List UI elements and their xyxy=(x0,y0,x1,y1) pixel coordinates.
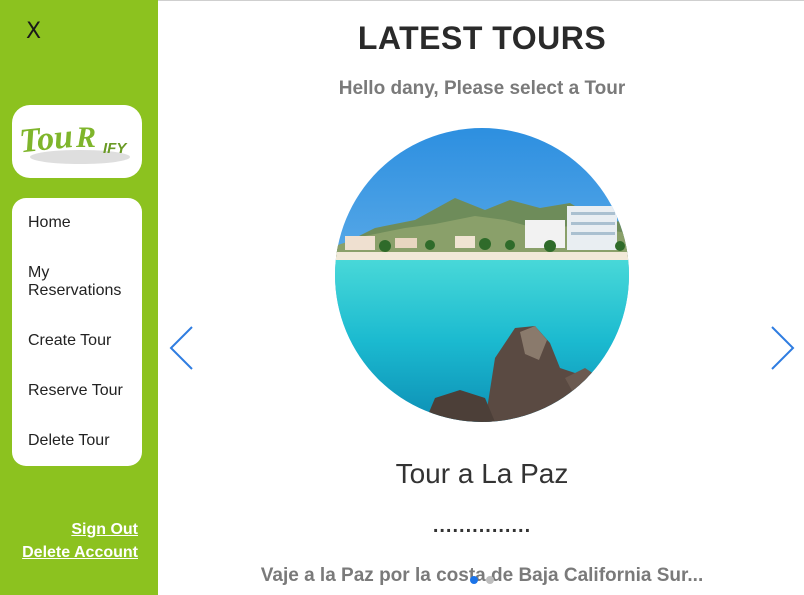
tour-image[interactable] xyxy=(335,128,629,422)
delete-account-link[interactable]: Delete Account xyxy=(22,544,138,562)
sign-out-link[interactable]: Sign Out xyxy=(71,521,138,539)
svg-text:IFY: IFY xyxy=(103,140,128,157)
menu-item-my-reservations[interactable]: My Reservations xyxy=(28,264,138,300)
tourify-logo-icon: Tou R IFY xyxy=(18,118,130,164)
greeting-text: Hello dany, Please select a Tour xyxy=(338,78,626,99)
carousel-indicator-1[interactable] xyxy=(470,576,478,584)
menu-item-delete-tour[interactable]: Delete Tour xyxy=(28,432,138,450)
close-menu-button[interactable]: X xyxy=(26,20,41,44)
menu-item-create-tour[interactable]: Create Tour xyxy=(28,332,138,350)
menu-item-home[interactable]: Home xyxy=(28,214,138,232)
logo: Tou R IFY xyxy=(12,105,142,178)
svg-text:Tou: Tou xyxy=(18,118,75,160)
sidebar: X Tou R IFY Home My Reservations Create … xyxy=(0,0,158,595)
chevron-right-icon xyxy=(771,326,795,370)
chevron-left-icon xyxy=(169,326,193,370)
tour-separator: ............... xyxy=(432,515,532,537)
beach-photo xyxy=(335,128,629,422)
menu-item-reserve-tour[interactable]: Reserve Tour xyxy=(28,382,138,400)
carousel-indicator-2[interactable] xyxy=(486,576,494,584)
carousel-prev-button[interactable] xyxy=(168,325,196,376)
carousel-next-button[interactable] xyxy=(768,325,796,376)
tour-description: Vaje a la Paz por la costa de Baja Calif… xyxy=(260,565,704,586)
nav-menu: Home My Reservations Create Tour Reserve… xyxy=(12,198,142,466)
tour-name: Tour a La Paz xyxy=(395,458,569,489)
svg-text:R: R xyxy=(75,121,96,154)
page-title: LATEST TOURS xyxy=(357,20,607,56)
top-divider xyxy=(158,0,804,1)
